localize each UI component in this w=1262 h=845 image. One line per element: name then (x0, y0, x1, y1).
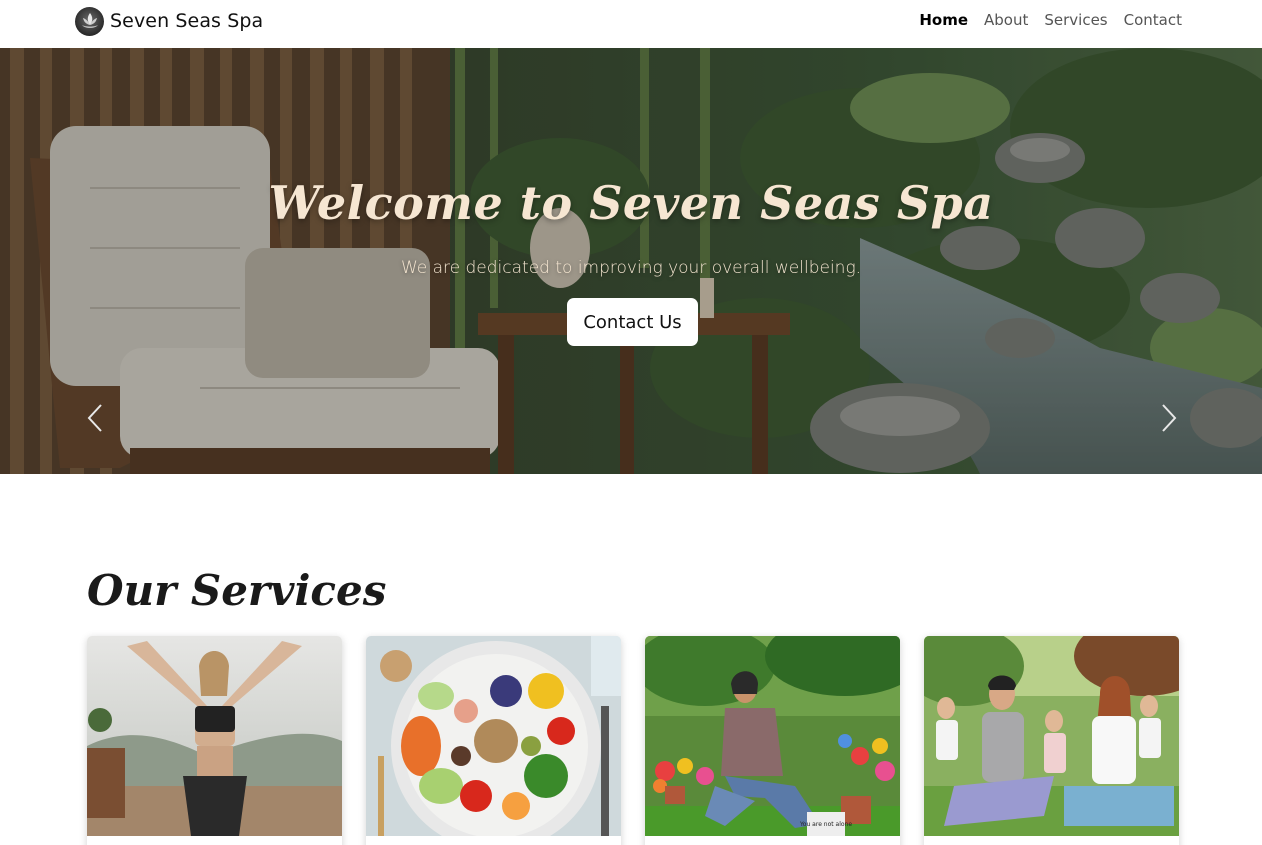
garden-sign-text: You are not alone (799, 821, 852, 828)
services-heading: Our Services (87, 566, 387, 615)
hero-title: Welcome to Seven Seas Spa (268, 176, 994, 230)
yoga-woman-photo (87, 636, 342, 836)
lotus-icon (75, 6, 104, 36)
brand-name: Seven Seas Spa (110, 10, 264, 32)
group-meditation-photo (924, 636, 1179, 836)
carousel-prev-button[interactable] (80, 398, 110, 438)
contact-us-button[interactable]: Contact Us (567, 298, 698, 346)
service-card-nutrition[interactable] (366, 636, 621, 845)
service-card-mental-health[interactable]: You are not alone (645, 636, 900, 845)
service-card-meditation[interactable] (924, 636, 1179, 845)
nav-link-contact[interactable]: Contact (1124, 11, 1182, 29)
healthy-food-plate-photo (366, 636, 621, 836)
relaxing-in-garden-photo: You are not alone (645, 636, 900, 836)
nav-link-services[interactable]: Services (1044, 11, 1107, 29)
brand-link[interactable]: Seven Seas Spa (75, 5, 263, 37)
main-nav: Home About Services Contact (919, 11, 1182, 29)
navbar: Seven Seas Spa Home About Services Conta… (0, 0, 1262, 48)
chevron-left-icon (87, 404, 102, 432)
nav-link-about[interactable]: About (984, 11, 1028, 29)
carousel-next-button[interactable] (1154, 398, 1184, 438)
chevron-right-icon (1162, 404, 1177, 432)
service-card-yoga[interactable] (87, 636, 342, 845)
nav-link-home[interactable]: Home (919, 11, 968, 29)
hero-carousel: Welcome to Seven Seas Spa We are dedicat… (0, 48, 1262, 474)
hero-subtitle: We are dedicated to improving your overa… (400, 258, 862, 278)
